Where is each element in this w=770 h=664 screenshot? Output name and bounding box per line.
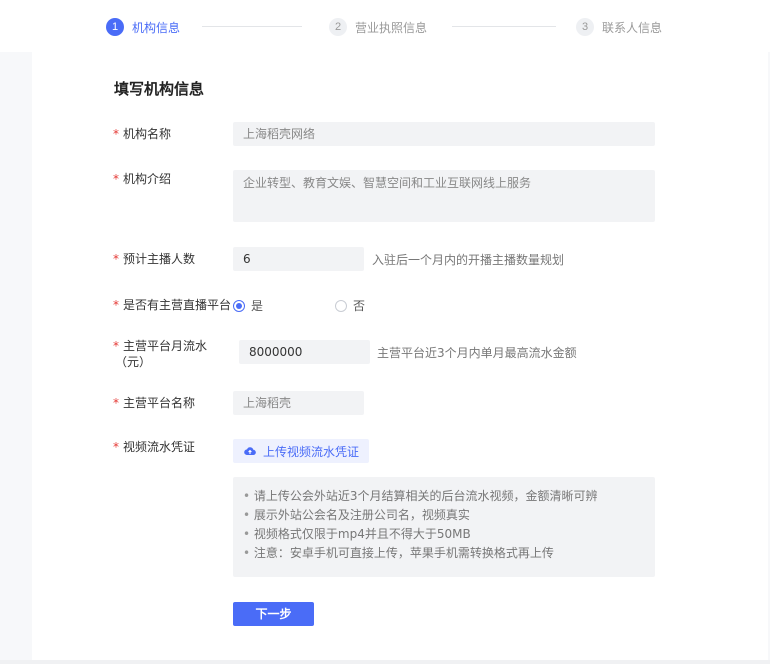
platform-name-label: * 主营平台名称 [113, 395, 195, 411]
required-mark: * [113, 298, 119, 312]
required-mark: * [113, 339, 119, 353]
platform-name-input[interactable]: 上海稻壳 [233, 391, 364, 415]
has-platform-label-text: 是否有主营直播平台 [123, 298, 232, 312]
radio-yes-label: 是 [251, 299, 264, 313]
step-3[interactable]: 3 联系人信息 [576, 17, 662, 37]
tip-item: 视频格式仅限于mp4并且不得大于50MB [243, 525, 655, 544]
step-2-label: 营业执照信息 [355, 20, 428, 35]
radio-yes[interactable]: 是 [233, 297, 263, 314]
monthly-flow-label-text: 主营平台月流水 [123, 339, 208, 353]
radio-unchecked-icon [335, 299, 347, 312]
org-intro-label: * 机构介绍 [113, 171, 171, 187]
required-mark: * [113, 440, 119, 454]
step-1-label: 机构信息 [132, 20, 181, 35]
step-1[interactable]: 1 机构信息 [106, 17, 180, 37]
org-name-label-text: 机构名称 [123, 127, 172, 141]
monthly-flow-input[interactable]: 8000000 [239, 340, 370, 364]
section-title: 填写机构信息 [114, 80, 205, 98]
tip-item: 展示外站公会名及注册公司名，视频真实 [243, 506, 655, 525]
required-mark: * [113, 172, 119, 186]
anchor-count-label-text: 预计主播人数 [123, 252, 196, 266]
has-platform-label: * 是否有主营直播平台 [113, 297, 231, 313]
monthly-flow-label: * 主营平台月流水 （元） [113, 338, 207, 370]
cloud-upload-icon [244, 447, 256, 456]
video-proof-label: * 视频流水凭证 [113, 439, 195, 455]
step-3-number: 3 [576, 18, 594, 36]
video-proof-label-text: 视频流水凭证 [123, 440, 196, 454]
anchor-count-input[interactable]: 6 [233, 247, 364, 271]
step-3-label: 联系人信息 [602, 20, 663, 35]
step-2-number: 2 [329, 18, 347, 36]
required-mark: * [113, 127, 119, 141]
anchor-count-label: * 预计主播人数 [113, 251, 195, 267]
tip-item: 注意：安卓手机可直接上传，苹果手机需转换格式再上传 [243, 544, 655, 563]
org-intro-textarea[interactable]: 企业转型、教育文娱、智慧空间和工业互联网线上服务 [233, 170, 655, 222]
org-name-label: * 机构名称 [113, 126, 171, 142]
bottom-divider [0, 660, 770, 664]
step-connector-2 [452, 26, 556, 27]
org-name-input[interactable]: 上海稻壳网络 [233, 122, 655, 146]
radio-checked-icon [233, 299, 245, 312]
monthly-flow-hint: 主营平台近3个月内单月最高流水金额 [377, 346, 577, 360]
step-2[interactable]: 2 营业执照信息 [329, 17, 427, 37]
upload-button-label: 上传视频流水凭证 [263, 444, 360, 459]
platform-name-label-text: 主营平台名称 [123, 396, 196, 410]
upload-video-button[interactable]: 上传视频流水凭证 [233, 439, 369, 463]
upload-tips-box: 请上传公会外站近3个月结算相关的后台流水视频，金额清晰可辨 展示外站公会名及注册… [233, 477, 655, 577]
step-1-number: 1 [106, 18, 124, 36]
radio-no-label: 否 [353, 299, 366, 313]
monthly-flow-unit: （元） [115, 355, 152, 369]
step-connector-1 [202, 26, 302, 27]
step-indicator: 1 机构信息 2 营业执照信息 3 联系人信息 [0, 0, 770, 52]
radio-no[interactable]: 否 [335, 297, 365, 314]
required-mark: * [113, 396, 119, 410]
next-step-button[interactable]: 下一步 [233, 602, 314, 626]
required-mark: * [113, 252, 119, 266]
anchor-count-hint: 入驻后一个月内的开播主播数量规划 [372, 253, 565, 267]
org-intro-label-text: 机构介绍 [123, 172, 172, 186]
tip-item: 请上传公会外站近3个月结算相关的后台流水视频，金额清晰可辨 [243, 487, 655, 506]
